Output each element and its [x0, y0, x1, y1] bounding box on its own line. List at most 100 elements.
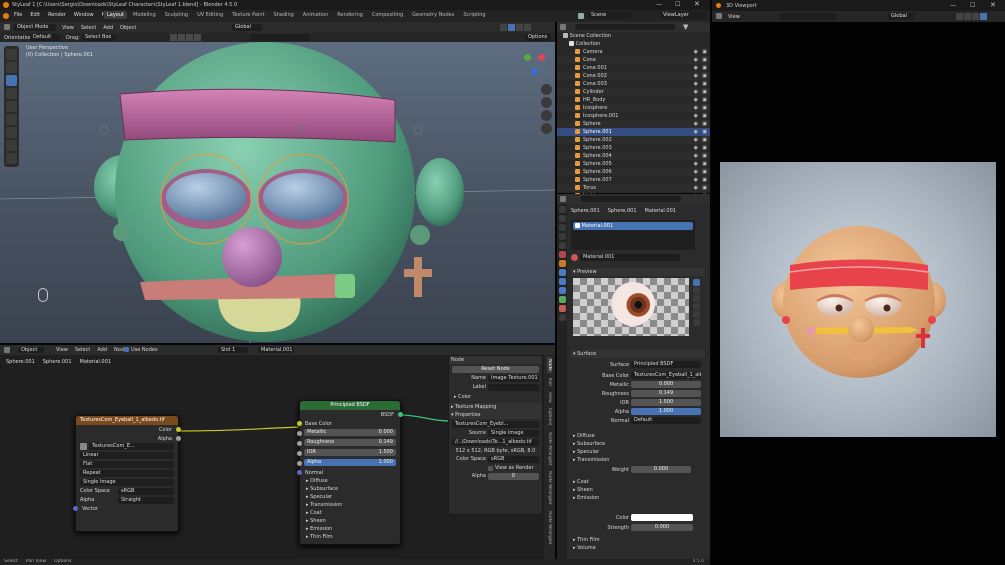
- material-sphere-icon[interactable]: [571, 254, 578, 261]
- visibility-eye-icon[interactable]: ◉: [694, 48, 698, 56]
- right-ear[interactable]: [416, 158, 464, 226]
- visibility-eye-icon[interactable]: ◉: [694, 88, 698, 96]
- render-camera-icon[interactable]: ▣: [702, 184, 707, 192]
- view-as-render-checkbox[interactable]: [488, 466, 493, 471]
- bsdf-section[interactable]: ▸ Sheen: [300, 517, 400, 525]
- node-panel-header[interactable]: Node: [449, 356, 542, 364]
- bsdf-section[interactable]: ▸ Thin Film: [300, 533, 400, 541]
- properties-breadcrumb-item[interactable]: Sphere.001: [571, 208, 600, 214]
- render-camera-icon[interactable]: ▣: [702, 128, 707, 136]
- node-sidebar-tab[interactable]: Node Wrangler: [547, 430, 552, 468]
- properties-search[interactable]: [581, 196, 681, 202]
- workspace-tab-sculpting[interactable]: Sculpting: [162, 11, 191, 19]
- preview-world-icon[interactable]: [692, 319, 700, 326]
- strength-field[interactable]: 0.000: [631, 524, 693, 531]
- render-material-icon[interactable]: [972, 13, 979, 20]
- visibility-eye-icon[interactable]: ◉: [694, 128, 698, 136]
- outliner-item[interactable]: Sphere.005 ◉ ▣: [557, 160, 710, 168]
- node-sidebar-tab[interactable]: Node: [547, 357, 552, 373]
- bsdf-section[interactable]: ▸ Diffuse: [300, 477, 400, 485]
- visibility-eye-icon[interactable]: ◉: [694, 96, 698, 104]
- workspace-tab-rendering[interactable]: Rendering: [334, 11, 366, 19]
- visibility-eye-icon[interactable]: ◉: [694, 104, 698, 112]
- render-rendered-icon[interactable]: [980, 13, 987, 20]
- visibility-eye-icon[interactable]: ◉: [694, 72, 698, 80]
- transform-tool-icon[interactable]: [6, 114, 17, 125]
- properties-editor-icon[interactable]: [560, 196, 566, 202]
- render-camera-icon[interactable]: ▣: [702, 80, 707, 88]
- properties-subsection-header[interactable]: ▸ Volume: [571, 544, 705, 552]
- sidebar-color-space-dropdown[interactable]: sRGB: [488, 456, 539, 463]
- slot-dropdown[interactable]: Slot 1: [218, 347, 248, 353]
- sidebar-filepath-field[interactable]: //..\Downloads\Te...1_albedo.tif: [452, 439, 539, 446]
- sidebar-image-field[interactable]: TexturesCom_Eyebl...: [452, 421, 539, 428]
- select-tool-icon[interactable]: [6, 49, 17, 60]
- material-preview-icon[interactable]: [516, 24, 523, 31]
- outliner-item[interactable]: Icosphere ◉ ▣: [557, 104, 710, 112]
- outliner-item[interactable]: HR_Body ◉ ▣: [557, 96, 710, 104]
- bsdf-input-socket[interactable]: [297, 461, 302, 466]
- outliner-search[interactable]: [575, 24, 675, 30]
- output-tab-icon[interactable]: [558, 224, 566, 231]
- bsdf-output-socket[interactable]: [398, 412, 403, 417]
- properties-subsection-header[interactable]: ▸ Specular: [571, 448, 705, 456]
- material-name-field[interactable]: Material.001: [580, 254, 680, 261]
- outliner-item[interactable]: Sphere.004 ◉ ▣: [557, 152, 710, 160]
- workspace-tab-modeling[interactable]: Modeling: [130, 11, 159, 19]
- left-earring[interactable]: [113, 223, 131, 241]
- bsdf-input-socket[interactable]: [297, 431, 302, 436]
- rotate-tool-icon[interactable]: [6, 88, 17, 99]
- surface-property-field[interactable]: 0.000: [631, 381, 701, 388]
- visibility-eye-icon[interactable]: ◉: [694, 112, 698, 120]
- surface-property-field[interactable]: Default: [631, 417, 701, 424]
- menu-file[interactable]: File: [14, 12, 22, 18]
- node-object-dropdown[interactable]: Object: [18, 347, 44, 353]
- menu-render[interactable]: Render: [48, 12, 66, 18]
- bsdf-value-field[interactable]: IOR 1.500: [304, 449, 396, 456]
- render-camera-icon[interactable]: ▣: [702, 176, 707, 184]
- bsdf-input-socket[interactable]: [297, 451, 302, 456]
- render-wire-icon[interactable]: [956, 13, 963, 20]
- gizmo-z-icon[interactable]: [531, 68, 538, 75]
- scene-icon[interactable]: [578, 13, 584, 19]
- headband-mesh[interactable]: [119, 88, 396, 143]
- render-camera-icon[interactable]: ▣: [702, 56, 707, 64]
- surface-section-header[interactable]: ▾ Surface: [571, 350, 705, 358]
- viewport-menu-view[interactable]: View: [62, 25, 74, 31]
- node-sidebar-tab[interactable]: Options: [547, 406, 552, 427]
- principled-bsdf-node[interactable]: Principled BSDF BSDF Base Color Metallic…: [297, 400, 403, 545]
- render-window-close[interactable]: ✕: [990, 1, 996, 9]
- pencil-eraser[interactable]: [335, 274, 355, 298]
- visibility-eye-icon[interactable]: ◉: [694, 80, 698, 88]
- outliner-item[interactable]: Sphere.002 ◉ ▣: [557, 136, 710, 144]
- outliner-scene-collection[interactable]: Scene Collection: [557, 32, 710, 40]
- ortho-toggle-icon[interactable]: [540, 123, 552, 134]
- render-transform-dropdown[interactable]: Global: [888, 13, 914, 20]
- weight-field[interactable]: 0.000: [631, 466, 691, 473]
- drag-dropdown[interactable]: Select Box: [82, 34, 116, 41]
- orientation-dropdown[interactable]: Default: [30, 34, 60, 41]
- extension-dropdown[interactable]: Repeat: [80, 470, 174, 477]
- node-menu-select[interactable]: Select: [75, 347, 90, 353]
- render-solid-icon[interactable]: [964, 13, 971, 20]
- image-browse-icon[interactable]: [80, 443, 87, 450]
- overlay-icon[interactable]: [194, 34, 201, 41]
- outliner-item[interactable]: Torus ◉ ▣: [557, 184, 710, 192]
- outliner-item[interactable]: Sphere.007 ◉ ▣: [557, 176, 710, 184]
- outliner-item[interactable]: Cone.001 ◉ ▣: [557, 64, 710, 72]
- visibility-eye-icon[interactable]: ◉: [694, 120, 698, 128]
- properties-breadcrumb-item[interactable]: Sphere.001: [608, 208, 637, 214]
- outliner-item[interactable]: Icosphere.001 ◉ ▣: [557, 112, 710, 120]
- node-name-field[interactable]: Image Texture.001: [488, 375, 539, 382]
- node-sidebar-tab[interactable]: Node Wrangler: [547, 469, 552, 507]
- visibility-eye-icon[interactable]: ◉: [694, 168, 698, 176]
- maximize-button[interactable]: ☐: [675, 1, 680, 8]
- viewport-menu-select[interactable]: Select: [81, 25, 96, 31]
- use-nodes-checkbox[interactable]: [124, 347, 129, 352]
- outliner-item[interactable]: Cone.003 ◉ ▣: [557, 80, 710, 88]
- texture-mapping-header[interactable]: ▸ Texture Mapping: [449, 403, 542, 411]
- properties-breadcrumb-item[interactable]: Material.001: [645, 208, 676, 214]
- right-earring[interactable]: [410, 225, 430, 245]
- tex-color-socket[interactable]: [176, 427, 181, 432]
- constraints-tab-icon[interactable]: [558, 287, 566, 294]
